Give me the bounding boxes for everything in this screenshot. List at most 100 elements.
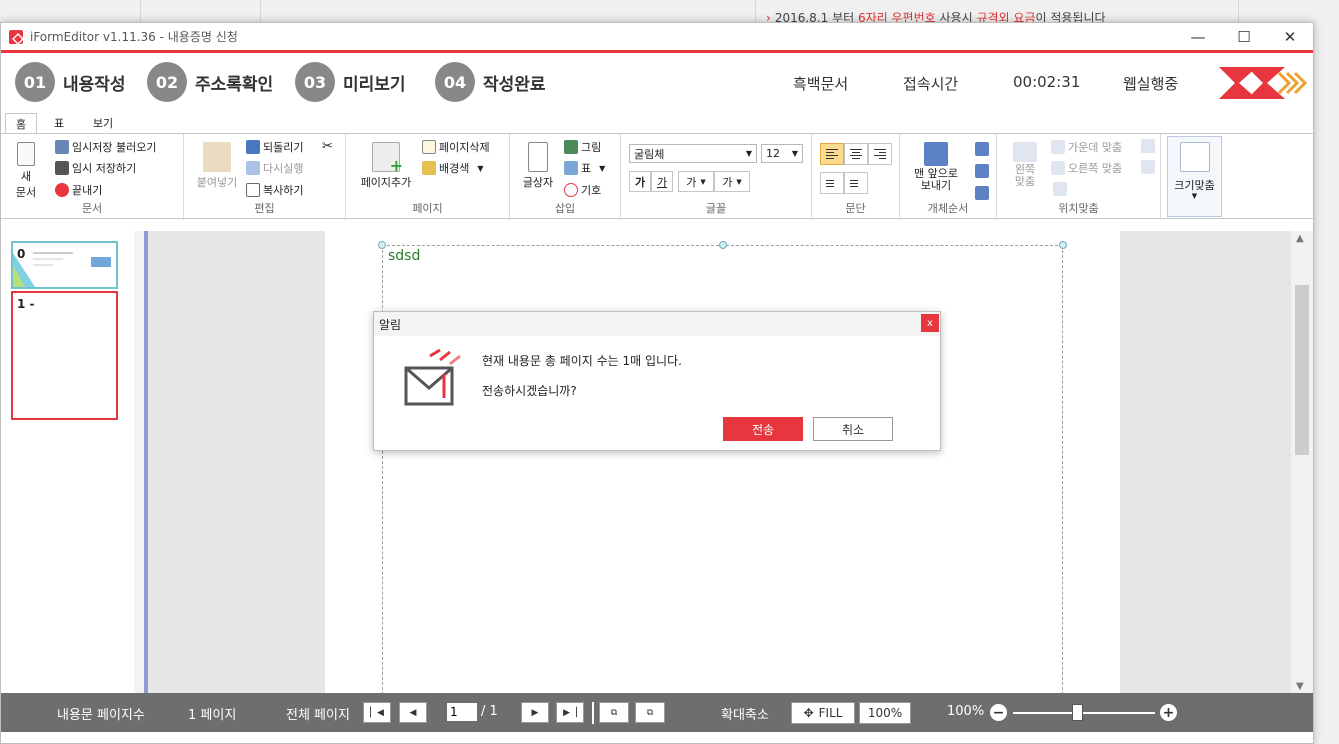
scroll-up-icon[interactable]: ▲: [1296, 233, 1304, 244]
load-temp-button[interactable]: 임시저장 불러오기: [55, 139, 156, 155]
group-label: 삽입: [554, 202, 576, 215]
align-left-button[interactable]: [820, 143, 844, 165]
status-bar: 내용문 페이지수 1 페이지 전체 페이지 ▏◀ ◀ 1 / 1 ▶ ▶▕ ⧉ …: [1, 693, 1313, 732]
symbol-button[interactable]: 기호: [564, 182, 601, 198]
exit-button[interactable]: 끝내기: [55, 182, 102, 198]
tab-home[interactable]: 홈: [5, 113, 37, 133]
page-text: -: [29, 297, 35, 311]
document-page[interactable]: sdsd: [325, 231, 1120, 695]
redo-button[interactable]: 다시실행: [246, 160, 303, 176]
group-position: 왼쪽 맞춤 가운데 맞춤 오른쪽 맞춤 위치맞춤: [997, 134, 1161, 220]
step-4[interactable]: 04 작성완료: [435, 62, 546, 102]
group-label: 위치맞춤: [1058, 202, 1099, 215]
para-spacing-button[interactable]: [844, 172, 868, 194]
new-doc-button[interactable]: 새 문서: [11, 142, 41, 200]
maximize-button[interactable]: ☐: [1221, 22, 1267, 52]
scrollbar-thumb[interactable]: [1295, 285, 1309, 455]
exit-label: 끝내기: [72, 184, 103, 197]
undo-icon: [246, 140, 260, 154]
align-center-pos-button[interactable]: 가운데 맞춤: [1051, 139, 1122, 155]
chevron-down-icon: ▼: [745, 149, 752, 158]
tab-table[interactable]: 표: [43, 113, 75, 133]
add-page-label: 페이지추가: [360, 176, 412, 189]
thumbnail-scrollbar[interactable]: [134, 231, 144, 695]
backward-icon[interactable]: [975, 164, 989, 178]
zoom-in-icon[interactable]: +: [1160, 704, 1177, 721]
align-left-pos-label: 왼쪽 맞춤: [1014, 163, 1036, 188]
font-shrink-button[interactable]: 가 ▼: [678, 171, 714, 192]
align-left-pos-icon: [1013, 142, 1037, 162]
text-box-content[interactable]: sdsd: [388, 248, 420, 264]
add-page-button[interactable]: + 페이지추가: [354, 142, 418, 190]
current-page-input[interactable]: 1: [447, 703, 477, 721]
textbox-label: 글상자: [522, 176, 554, 189]
step-1[interactable]: 01 내용작성: [15, 62, 126, 102]
folder-icon: [55, 140, 69, 154]
save-temp-button[interactable]: 임시 저장하기: [55, 160, 136, 176]
thumbnail-page-1[interactable]: 1 -: [11, 291, 118, 420]
doc-mode: 흑백문서: [793, 75, 849, 93]
dialog-close-button[interactable]: x: [921, 314, 939, 332]
thumbnail-page-0[interactable]: 0: [11, 241, 118, 289]
prev-page-button[interactable]: ◀: [399, 702, 427, 723]
cancel-button[interactable]: 취소: [813, 417, 893, 441]
pages-value: 1 페이지: [188, 708, 237, 723]
table-button[interactable]: 표 ▼: [564, 160, 605, 176]
bgcolor-button[interactable]: 배경색 ▼: [422, 160, 484, 176]
minimize-button[interactable]: —: [1175, 22, 1221, 52]
fill-button[interactable]: ✥ FILL: [791, 702, 855, 724]
last-page-button[interactable]: ▶▕: [556, 702, 584, 723]
zoom-slider-thumb[interactable]: [1071, 704, 1083, 721]
window-title: iFormEditor v1.11.36 - 내용증명 신청: [30, 30, 238, 44]
next-page-button[interactable]: ▶: [521, 702, 549, 723]
bold-button[interactable]: 가: [629, 171, 651, 192]
paste-button[interactable]: 붙여넣기: [192, 142, 242, 190]
underline-button[interactable]: 가: [651, 171, 673, 192]
mail-icon: [404, 348, 461, 406]
web-status: 웹실행중: [1123, 75, 1179, 93]
zoom-100-button[interactable]: 100%: [859, 702, 911, 724]
close-window-button[interactable]: ✕: [1267, 22, 1313, 52]
vertical-scrollbar[interactable]: ▲ ▼: [1291, 231, 1313, 695]
resize-handle[interactable]: [1059, 241, 1067, 249]
send-back-icon[interactable]: [975, 186, 989, 200]
bring-front-button[interactable]: 맨 앞으로 보내기: [906, 142, 966, 192]
image-button[interactable]: 그림: [564, 139, 601, 155]
font-face-select[interactable]: 굴림체 ▼: [629, 144, 757, 163]
resize-handle[interactable]: [719, 241, 727, 249]
forward-icon[interactable]: [975, 142, 989, 156]
font-color-button[interactable]: 가 ▼: [714, 171, 750, 192]
step-2[interactable]: 02 주소록확인: [147, 62, 273, 102]
add-page-status-button[interactable]: ⧉: [599, 702, 629, 723]
group-label: 문단: [845, 202, 866, 215]
zoom-out-icon[interactable]: −: [990, 704, 1007, 721]
first-page-button[interactable]: ▏◀: [363, 702, 391, 723]
thumbnail-preview: [13, 252, 111, 287]
cut-icon[interactable]: ✂: [322, 139, 333, 154]
tab-view[interactable]: 보기: [85, 113, 121, 133]
align-top-pos-icon[interactable]: [1141, 139, 1155, 153]
resize-handle[interactable]: [378, 241, 386, 249]
zoom-slider[interactable]: [1013, 712, 1155, 714]
group-insert: 글상자 그림 표 ▼ 기호 삽입: [510, 134, 621, 220]
group-label: 개체순서: [927, 202, 969, 215]
delete-page-button[interactable]: 페이지삭제: [422, 139, 490, 155]
remove-page-status-button[interactable]: ⧉: [635, 702, 665, 723]
send-button[interactable]: 전송: [723, 417, 803, 441]
copy-button[interactable]: 복사하기: [246, 182, 303, 198]
chevron-down-icon: ▼: [700, 177, 706, 186]
fill-label: FILL: [818, 706, 843, 720]
align-middle-pos-icon[interactable]: [1141, 160, 1155, 174]
align-right-pos-button[interactable]: 오른쪽 맞춤: [1051, 160, 1122, 176]
line-spacing-button[interactable]: [820, 172, 844, 194]
textbox-button[interactable]: 글상자: [518, 142, 558, 190]
align-center-button[interactable]: [844, 143, 868, 165]
undo-button[interactable]: 되돌리기: [246, 139, 303, 155]
font-size-select[interactable]: 12 ▼: [761, 144, 803, 163]
fit-size-button[interactable]: 크기맞춤 ▼: [1167, 136, 1222, 217]
step-3[interactable]: 03 미리보기: [295, 62, 406, 102]
align-bottom-pos-icon[interactable]: [1053, 182, 1067, 196]
align-right-button[interactable]: [868, 143, 892, 165]
scroll-down-icon[interactable]: ▼: [1296, 681, 1304, 692]
align-left-pos-button[interactable]: 왼쪽 맞춤: [1005, 142, 1045, 188]
